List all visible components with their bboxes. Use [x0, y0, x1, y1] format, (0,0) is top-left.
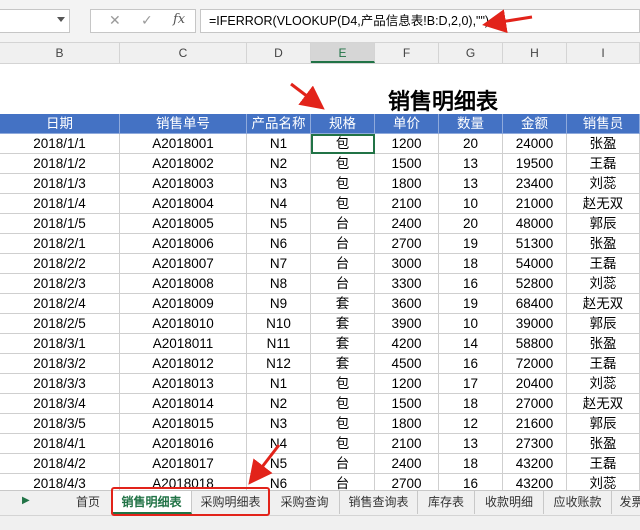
arrow-to-sheet-tab [248, 444, 281, 485]
arrow-to-column-e [290, 82, 325, 110]
annotation-arrows [248, 9, 533, 485]
arrow-to-formula [482, 9, 533, 34]
